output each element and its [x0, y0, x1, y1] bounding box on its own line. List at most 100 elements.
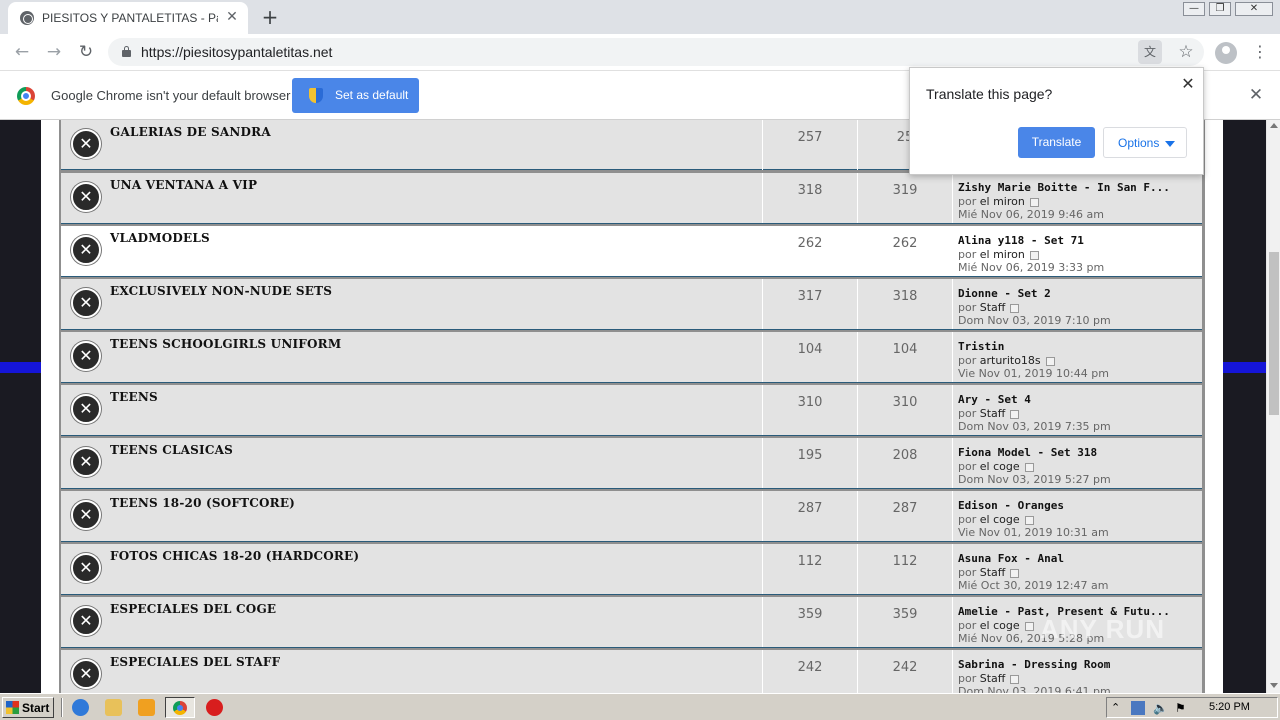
goto-last-post-icon[interactable]	[1010, 409, 1020, 419]
ie-icon[interactable]	[72, 699, 89, 716]
goto-last-post-icon[interactable]	[1010, 568, 1020, 578]
reload-icon[interactable]: ↻	[74, 40, 98, 64]
forum-row[interactable]: ✕ VLADMODELS 262 262 Alina y118 - Set 71 por …	[61, 226, 1202, 277]
browser-toolbar: ← → ↻ https://piesitosypantaletitas.net …	[0, 34, 1280, 71]
forward-icon[interactable]: →	[42, 40, 66, 64]
infobar-close-icon[interactable]: ✕	[1246, 85, 1266, 105]
restore-button[interactable]: ❐	[1209, 2, 1231, 16]
close-icon[interactable]: ✕	[1178, 74, 1198, 94]
forum-name-link[interactable]: TEENS CLASICAS	[110, 443, 233, 457]
set-as-default-button[interactable]: Set as default	[292, 78, 419, 113]
column-divider	[762, 491, 763, 541]
last-post-title-link[interactable]: Fiona Model - Set 318	[958, 446, 1198, 459]
taskbar-chrome-button[interactable]	[165, 697, 195, 718]
goto-last-post-icon[interactable]	[1010, 303, 1020, 313]
vertical-scrollbar[interactable]	[1266, 120, 1280, 693]
translate-button[interactable]: Translate	[1018, 127, 1095, 158]
last-post-title-link[interactable]: Alina y118 - Set 71	[958, 234, 1198, 247]
last-post-author-link[interactable]: el coge	[980, 513, 1020, 526]
forum-name-link[interactable]: UNA VENTANA A VIP	[110, 178, 257, 192]
scroll-thumb[interactable]	[1269, 252, 1279, 415]
last-post-title-link[interactable]: Asuna Fox - Anal	[958, 552, 1198, 565]
topics-count: 262	[797, 236, 823, 251]
forum-row[interactable]: ✕ ESPECIALES DEL STAFF 242 242 Sabrina - Dre…	[61, 650, 1202, 693]
topics-count: 112	[797, 554, 823, 569]
forum-name-link[interactable]: TEENS 18-20 (SOFTCORE)	[110, 496, 295, 510]
forum-name-link[interactable]: VLADMODELS	[110, 231, 210, 245]
column-divider	[952, 491, 953, 541]
scroll-down-icon[interactable]	[1270, 683, 1278, 688]
volume-icon[interactable]: 🔈	[1153, 701, 1168, 715]
translate-icon[interactable]: 文	[1138, 40, 1162, 64]
media-player-icon[interactable]	[138, 699, 155, 716]
forum-row[interactable]: ✕ UNA VENTANA A VIP 318 319 Zishy Marie Boit…	[61, 173, 1202, 224]
forum-row[interactable]: ✕ TEENS CLASICAS 195 208 Fiona Model - Set 3…	[61, 438, 1202, 489]
close-window-button[interactable]: ✕	[1235, 2, 1273, 16]
last-post-title-link[interactable]: Ary - Set 4	[958, 393, 1198, 406]
forum-name-link[interactable]: GALERIAS DE SANDRA	[110, 125, 271, 139]
last-post-author-link[interactable]: Staff	[980, 566, 1006, 579]
goto-last-post-icon[interactable]	[1029, 250, 1039, 260]
forum-list: ✕ GALERIAS DE SANDRA 257 25 ✕ UNA VENTANA A V…	[59, 120, 1205, 693]
topics-count: 318	[797, 183, 823, 198]
tray-expand-icon[interactable]: ⌃	[1111, 701, 1125, 715]
last-post-author-link[interactable]: arturito18s	[980, 354, 1041, 367]
new-tab-button[interactable]: +	[258, 5, 282, 29]
forum-row[interactable]: ✕ EXCLUSIVELY NON-NUDE SETS 317 318 Dionne -…	[61, 279, 1202, 330]
goto-last-post-icon[interactable]	[1045, 356, 1055, 366]
goto-last-post-icon[interactable]	[1010, 674, 1020, 684]
goto-last-post-icon[interactable]	[1029, 197, 1039, 207]
start-button[interactable]: Start	[2, 697, 54, 718]
goto-last-post-icon[interactable]	[1024, 462, 1034, 472]
back-icon[interactable]: ←	[10, 40, 34, 64]
forum-name-link[interactable]: TEENS SCHOOLGIRLS UNIFORM	[110, 337, 341, 351]
last-post-title-link[interactable]: Edison - Oranges	[958, 499, 1198, 512]
column-divider	[857, 544, 858, 594]
last-post-title-link[interactable]: Sabrina - Dressing Room	[958, 658, 1198, 671]
goto-last-post-icon[interactable]	[1024, 515, 1034, 525]
chrome-logo-icon	[17, 87, 35, 105]
last-post-author-link[interactable]: el coge	[980, 460, 1020, 473]
lock-icon	[122, 46, 131, 57]
forum-name-link[interactable]: EXCLUSIVELY NON-NUDE SETS	[110, 284, 332, 298]
folder-icon[interactable]	[105, 699, 122, 716]
minimize-button[interactable]: —	[1183, 2, 1205, 16]
menu-dots-icon[interactable]: ⋮	[1250, 40, 1270, 64]
last-post-author-link[interactable]: el coge	[980, 619, 1020, 632]
forum-row[interactable]: ✕ TEENS 18-20 (SOFTCORE) 287 287 Edison - Or…	[61, 491, 1202, 542]
forum-name-link[interactable]: FOTOS CHICAS 18-20 (HARDCORE)	[110, 549, 359, 563]
last-post-author-link[interactable]: el miron	[980, 195, 1025, 208]
last-post-title-link[interactable]: Zishy Marie Boitte - In San F...	[958, 181, 1198, 194]
posts-count: 112	[892, 554, 918, 569]
network-icon[interactable]	[1131, 701, 1145, 715]
last-post-author-link[interactable]: Staff	[980, 301, 1006, 314]
last-post-author-link[interactable]: Staff	[980, 672, 1006, 685]
forum-row[interactable]: ✕ TEENS 310 310 Ary - Set 4 por Staff Dom Nov …	[61, 385, 1202, 436]
forum-name-link[interactable]: TEENS	[110, 390, 158, 404]
address-bar[interactable]: https://piesitosypantaletitas.net 文 ☆	[108, 38, 1204, 66]
last-post-title-link[interactable]: Dionne - Set 2	[958, 287, 1198, 300]
profile-avatar-icon[interactable]	[1215, 42, 1237, 64]
forum-row[interactable]: ✕ ESPECIALES DEL COGE 359 359 Amelie - Past,…	[61, 597, 1202, 648]
forum-row[interactable]: ✕ FOTOS CHICAS 18-20 (HARDCORE) 112 112 Asun…	[61, 544, 1202, 595]
bookmark-star-icon[interactable]: ☆	[1174, 40, 1198, 64]
last-post-byline: por Staff	[958, 407, 1020, 420]
flag-icon[interactable]: ⚑	[1175, 701, 1189, 715]
close-tab-icon[interactable]: ✕	[224, 9, 240, 25]
last-post-author-link[interactable]: Staff	[980, 407, 1006, 420]
column-divider	[762, 279, 763, 329]
browser-tab[interactable]: PIESITOS Y PANTALETITAS - Página ✕	[8, 2, 248, 34]
scroll-up-icon[interactable]	[1270, 123, 1278, 128]
topics-count: 287	[797, 501, 823, 516]
topics-count: 104	[797, 342, 823, 357]
forum-name-link[interactable]: ESPECIALES DEL STAFF	[110, 655, 280, 669]
last-post-author-link[interactable]: el miron	[980, 248, 1025, 261]
goto-last-post-icon[interactable]	[1024, 621, 1034, 631]
last-post-title-link[interactable]: Tristin	[958, 340, 1198, 353]
forum-status-icon: ✕	[71, 447, 101, 477]
column-divider	[857, 385, 858, 435]
forum-name-link[interactable]: ESPECIALES DEL COGE	[110, 602, 276, 616]
forum-row[interactable]: ✕ TEENS SCHOOLGIRLS UNIFORM 104 104 Tristin p…	[61, 332, 1202, 383]
warning-app-icon[interactable]	[206, 699, 223, 716]
options-button[interactable]: Options	[1103, 127, 1187, 158]
